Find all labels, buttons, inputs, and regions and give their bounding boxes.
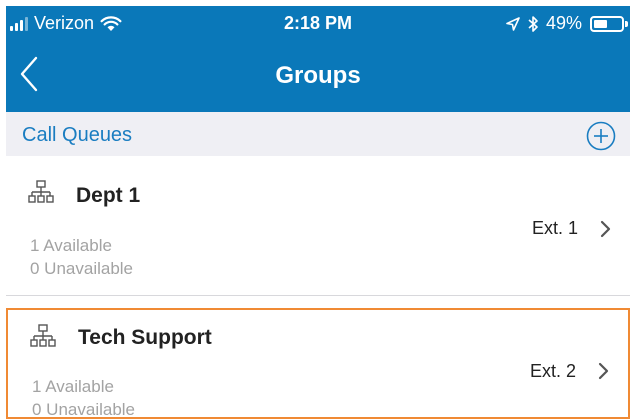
group-name: Tech Support — [78, 326, 212, 349]
section-header-call-queues: Call Queues — [6, 112, 630, 156]
status-right: 49% — [506, 13, 628, 34]
unavailable-count: 0 Unavailable — [30, 259, 134, 278]
hierarchy-icon — [28, 180, 54, 203]
status-bar: Verizon 2:18 PM 49% — [6, 6, 630, 40]
section-title: Call Queues — [22, 124, 133, 146]
group-row-dept-1[interactable]: Dept 1 1 Available 0 Unavailable Ext. 1 — [6, 156, 630, 296]
nav-bar: Groups — [6, 40, 630, 112]
battery-percent: 49% — [545, 13, 582, 33]
plus-circle-icon — [586, 121, 616, 151]
phone-screen: Verizon 2:18 PM 49% Groups Call Queues D… — [6, 6, 630, 419]
group-row-tech-support[interactable]: Tech Support 1 Available 0 Unavailable E… — [6, 308, 630, 419]
group-name: Dept 1 — [76, 184, 141, 207]
available-count: 1 Available — [32, 377, 114, 396]
battery-icon — [590, 15, 628, 32]
unavailable-count: 0 Unavailable — [32, 400, 136, 419]
chevron-right-icon — [600, 220, 611, 238]
row-gap — [6, 296, 630, 306]
page-title: Groups — [275, 62, 361, 89]
chevron-right-icon — [598, 362, 609, 380]
battery-fill — [594, 19, 607, 28]
extension-label: Ext. 1 — [531, 218, 578, 238]
extension-label: Ext. 2 — [529, 361, 576, 381]
hierarchy-icon — [30, 324, 56, 347]
bluetooth-icon — [528, 15, 538, 32]
available-count: 1 Available — [30, 236, 112, 255]
location-arrow-icon — [506, 16, 520, 31]
add-call-queue-button[interactable] — [586, 121, 616, 151]
